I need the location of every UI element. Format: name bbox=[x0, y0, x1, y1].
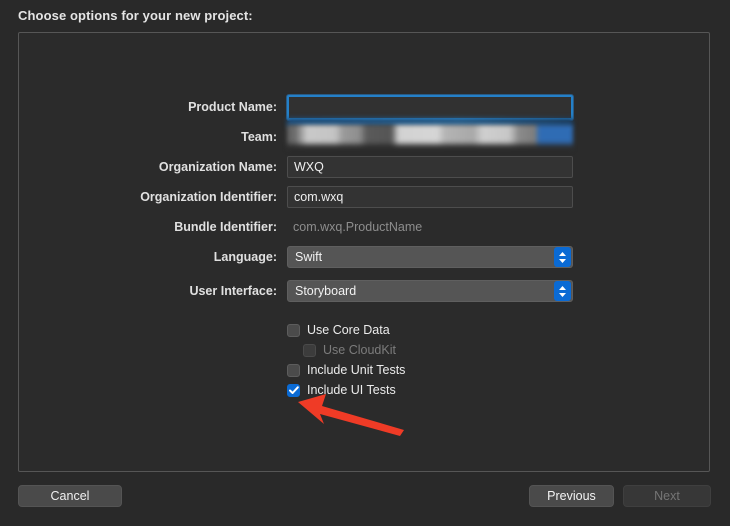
value-bundle-identifier: com.wxq.ProductName bbox=[293, 220, 423, 234]
checkbox-label-use-core-data: Use Core Data bbox=[307, 323, 390, 337]
form-row-user-interface: User Interface: Storyboard bbox=[19, 279, 709, 303]
checkbox-icon[interactable] bbox=[287, 323, 300, 337]
form-row-bundle-identifier: Bundle Identifier: com.wxq.ProductName bbox=[19, 215, 709, 239]
label-organization-identifier: Organization Identifier: bbox=[140, 190, 277, 204]
form-row-product-name: Product Name: bbox=[19, 94, 709, 120]
new-project-options-dialog: Choose options for your new project: Pro… bbox=[0, 0, 730, 526]
checkbox-row-use-cloudkit: Use CloudKit bbox=[303, 341, 396, 359]
form-row-organization-name: Organization Name: WXQ bbox=[19, 155, 709, 179]
label-organization-name: Organization Name: bbox=[158, 160, 277, 174]
value-user-interface: Storyboard bbox=[295, 284, 357, 298]
checkbox-row-include-unit-tests[interactable]: Include Unit Tests bbox=[287, 361, 405, 379]
options-panel: Product Name: Team: Organization Name: WXQ O… bbox=[18, 32, 710, 472]
select-user-interface[interactable]: Storyboard bbox=[287, 280, 573, 302]
input-organization-name[interactable]: WXQ bbox=[287, 156, 573, 178]
label-bundle-identifier: Bundle Identifier: bbox=[174, 220, 277, 234]
select-team-redacted[interactable] bbox=[287, 117, 573, 150]
form-row-organization-identifier: Organization Identifier: com.wxq bbox=[19, 185, 709, 209]
value-organization-identifier: com.wxq bbox=[294, 190, 344, 204]
page-title: Choose options for your new project: bbox=[18, 8, 253, 23]
checkbox-row-include-ui-tests[interactable]: Include UI Tests bbox=[287, 381, 396, 399]
checkbox-icon[interactable] bbox=[287, 363, 300, 377]
chevron-updown-icon[interactable] bbox=[554, 281, 571, 301]
label-language: Language: bbox=[213, 250, 277, 264]
next-button[interactable]: Next bbox=[623, 485, 711, 507]
redaction-smudge bbox=[287, 124, 573, 150]
input-product-name[interactable] bbox=[287, 94, 573, 120]
previous-button[interactable]: Previous bbox=[529, 485, 614, 507]
checkmark-icon[interactable] bbox=[287, 383, 300, 397]
value-organization-name: WXQ bbox=[294, 160, 324, 174]
checkbox-label-include-ui-tests: Include UI Tests bbox=[307, 383, 396, 397]
form-row-team: Team: bbox=[19, 117, 709, 150]
chevron-updown-icon[interactable] bbox=[554, 247, 571, 267]
cancel-button[interactable]: Cancel bbox=[18, 485, 122, 507]
value-language: Swift bbox=[295, 250, 323, 264]
form-row-language: Language: Swift bbox=[19, 245, 709, 269]
checkbox-row-use-core-data[interactable]: Use Core Data bbox=[287, 321, 390, 339]
input-organization-identifier[interactable]: com.wxq bbox=[287, 186, 573, 208]
label-user-interface: User Interface: bbox=[189, 284, 277, 298]
label-team: Team: bbox=[241, 130, 277, 144]
checkbox-icon bbox=[303, 343, 316, 357]
checkbox-label-include-unit-tests: Include Unit Tests bbox=[307, 363, 406, 377]
select-language[interactable]: Swift bbox=[287, 246, 573, 268]
label-product-name: Product Name: bbox=[188, 100, 277, 114]
checkbox-label-use-cloudkit: Use CloudKit bbox=[323, 343, 396, 357]
